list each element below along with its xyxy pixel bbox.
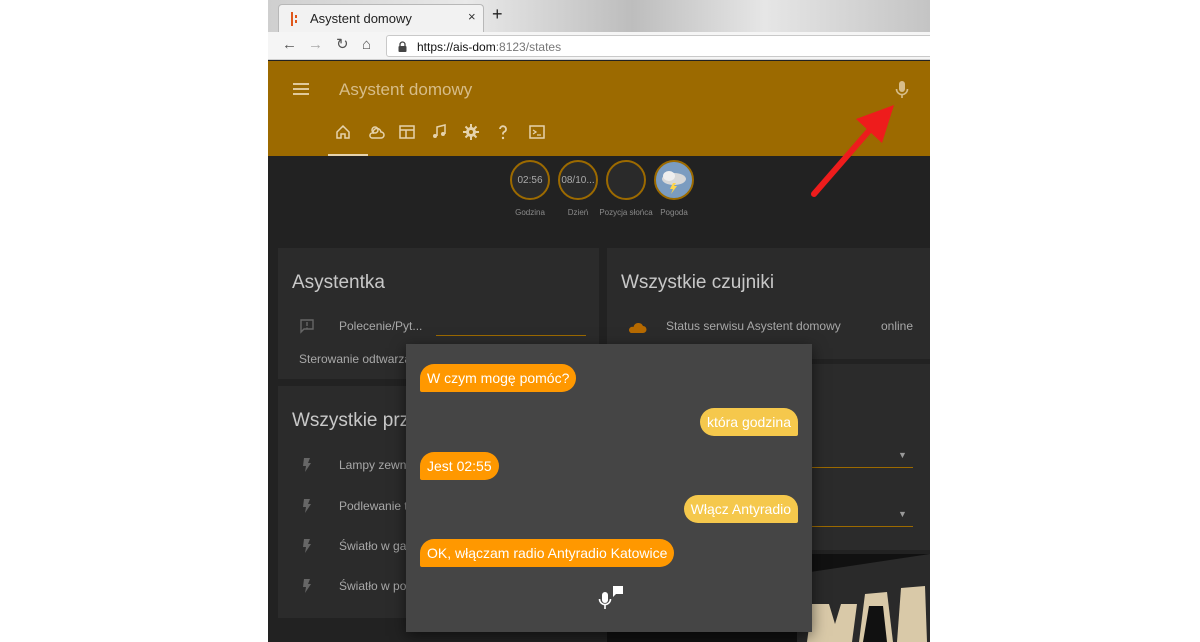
bot-message: OK, włączam radio Antyradio Katowice <box>420 539 675 567</box>
badge-date-value: 08/10... <box>558 160 598 200</box>
flash-icon <box>303 539 311 553</box>
select-field-2[interactable] <box>807 526 913 527</box>
url-text: https://ais-dom:8123/states <box>417 40 562 54</box>
back-arrow-icon[interactable]: ← <box>282 36 297 54</box>
tab-dashboard[interactable] <box>392 123 422 153</box>
select-field-1[interactable] <box>807 467 913 468</box>
badge-date[interactable]: 08/10... Dzień <box>558 160 598 218</box>
flash-icon <box>303 579 311 593</box>
tab-terminal[interactable] <box>522 123 552 153</box>
microphone-icon[interactable] <box>895 80 909 100</box>
home-icon[interactable]: ⌂ <box>362 36 371 54</box>
bot-message: W czym mogę pomóc? <box>420 364 577 392</box>
badge-time[interactable]: 02:56 Godzina <box>510 160 550 218</box>
sensor-status-value: online <box>881 319 914 333</box>
conversation-dialog: W czym mogę pomóc? która godzina Jest 02… <box>406 344 812 632</box>
browser-tab-title: Asystent domowy <box>310 11 412 26</box>
badge-weather-label: Pogoda <box>660 208 688 217</box>
tab-home[interactable] <box>328 123 358 153</box>
music-tab-icon <box>433 124 446 138</box>
badge-sun[interactable]: Pozycja słońca <box>599 160 653 218</box>
user-message: Włącz Antyradio <box>683 495 798 523</box>
flash-icon <box>303 499 311 513</box>
weather-tab-icon <box>369 126 385 139</box>
switch-item-3[interactable]: Światło w ga <box>339 539 406 553</box>
badge-time-value: 02:56 <box>510 160 550 200</box>
reload-icon[interactable]: ↻ <box>336 36 349 54</box>
weather-storm-icon <box>656 162 692 198</box>
voice-input-icon[interactable] <box>597 584 625 612</box>
switch-item-1[interactable]: Lampy zewn <box>339 458 406 472</box>
lock-icon <box>398 41 407 52</box>
switch-item-4[interactable]: Światło w po <box>339 579 406 593</box>
card-czujniki-title: Wszystkie czujniki <box>621 272 775 293</box>
app-title: Asystent domowy <box>339 80 473 99</box>
menu-icon[interactable] <box>293 83 309 95</box>
browser-tabbar: Asystent domowy × + <box>268 0 930 32</box>
bot-message: Jest 02:55 <box>420 452 499 480</box>
badge-weather[interactable]: Pogoda <box>654 160 694 218</box>
card-czujniki: Wszystkie czujniki Status serwisu Asyste… <box>607 248 930 359</box>
browser-tab[interactable]: Asystent domowy × <box>278 4 484 32</box>
browser-window: Asystent domowy × + ← → ↻ ⌂ https://ais-… <box>268 0 930 642</box>
annotation-arrow <box>811 105 894 197</box>
cloud-icon <box>629 322 647 333</box>
tab-settings[interactable] <box>456 123 486 153</box>
command-input[interactable] <box>436 335 586 336</box>
switch-item-2[interactable]: Podlewanie t <box>339 499 408 513</box>
tab-weather[interactable] <box>362 123 392 153</box>
dashboard-tab-icon <box>399 125 415 139</box>
ais-dom-favicon-icon <box>291 12 297 26</box>
home-tab-icon <box>336 124 350 139</box>
tab-music[interactable] <box>424 123 454 153</box>
dropdown-arrow-icon[interactable]: ▼ <box>898 509 907 519</box>
moon-icon <box>617 173 624 187</box>
dropdown-arrow-icon[interactable]: ▼ <box>898 450 907 460</box>
sensor-status-label: Status serwisu Asystent domowy <box>666 319 841 333</box>
browser-navbar: ← → ↻ ⌂ https://ais-dom:8123/states <box>268 32 930 60</box>
user-message: która godzina <box>699 408 798 436</box>
gear-icon <box>463 124 479 140</box>
help-icon <box>499 125 507 140</box>
terminal-icon <box>529 125 545 139</box>
player-control-label: Sterowanie odtwarza <box>299 352 412 366</box>
new-tab-button[interactable]: + <box>492 5 503 23</box>
flash-icon <box>303 458 311 472</box>
card-asystentka-title: Asystentka <box>292 272 385 293</box>
address-bar[interactable]: https://ais-dom:8123/states <box>386 35 930 57</box>
tab-help[interactable] <box>488 123 518 153</box>
command-input-label: Polecenie/Pyt... <box>339 319 423 333</box>
feedback-icon <box>300 319 314 334</box>
card-przelaczniki-title: Wszystkie prz <box>292 410 410 431</box>
forward-arrow-icon[interactable]: → <box>308 36 323 54</box>
close-tab-icon[interactable]: × <box>468 9 476 24</box>
